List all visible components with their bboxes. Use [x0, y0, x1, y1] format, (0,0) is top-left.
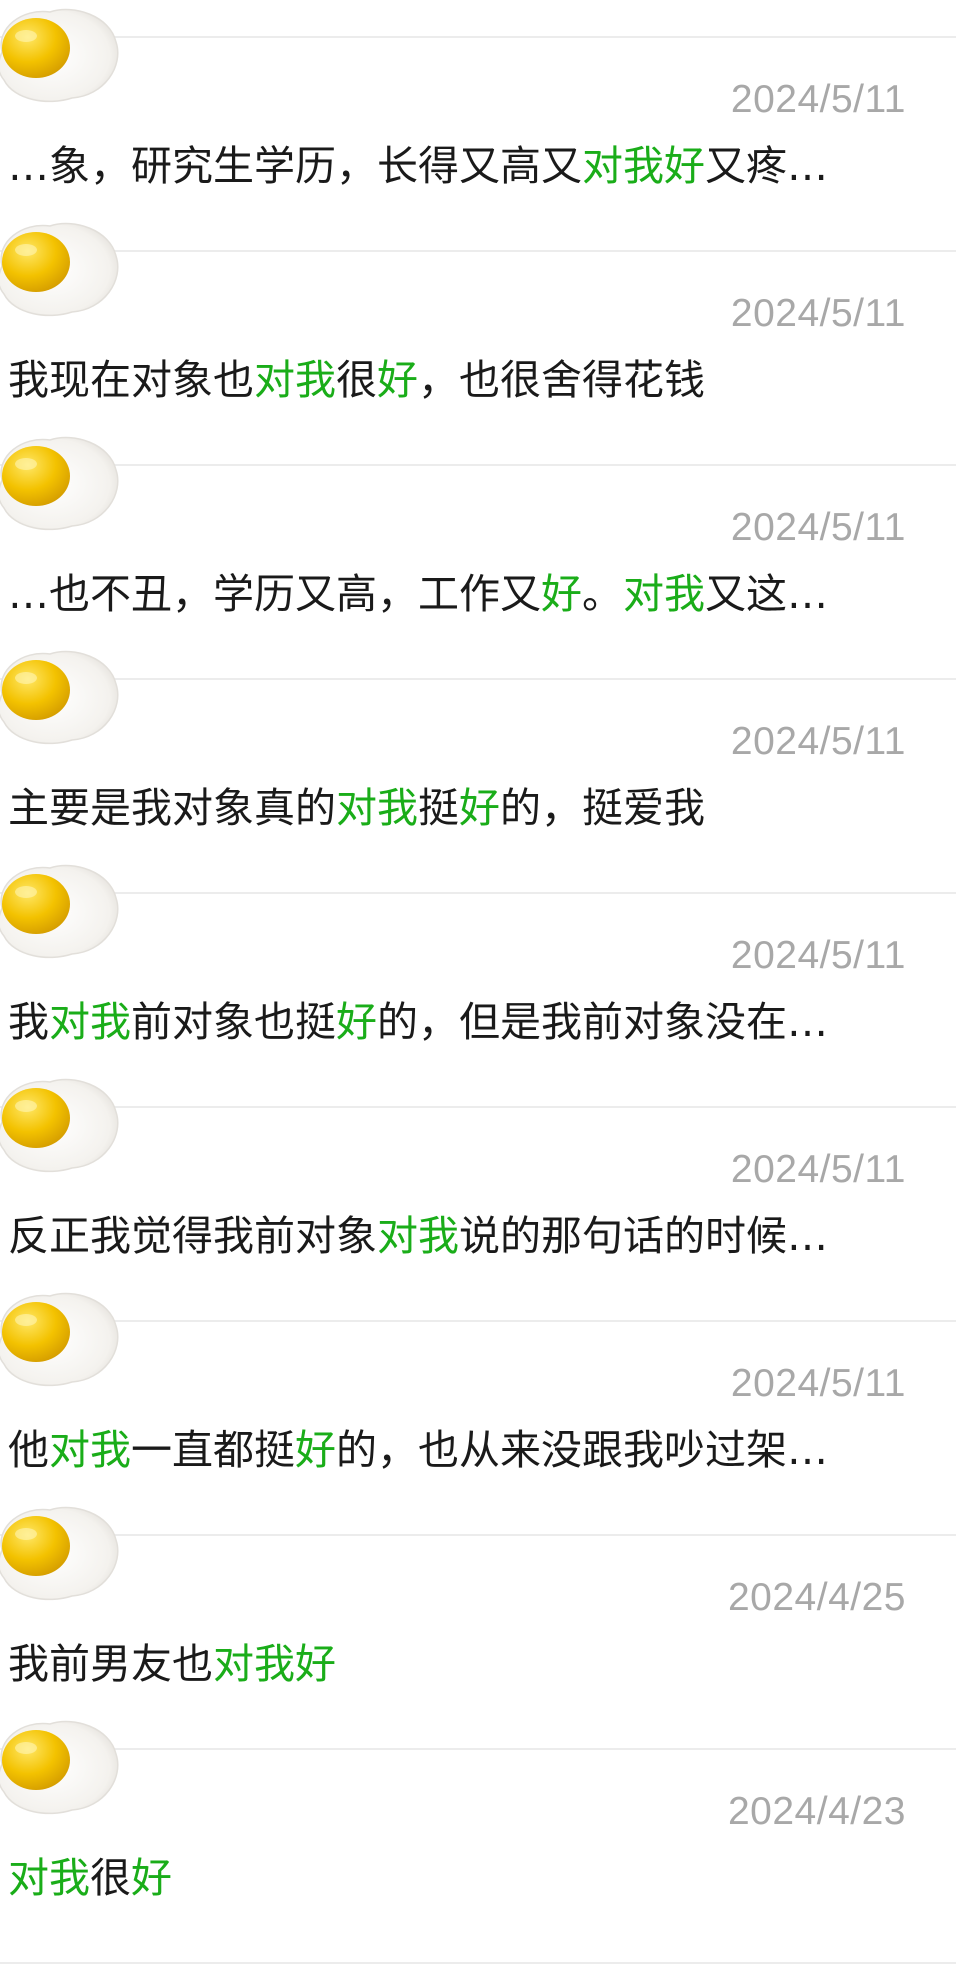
result-snippet: 我前男友也对我好: [8, 1632, 888, 1696]
snippet-text: 我前男友也: [8, 1640, 213, 1688]
snippet-text: 。: [582, 570, 623, 618]
result-snippet: 我对我前对象也挺好的，但是我前对象没在…: [8, 990, 888, 1054]
result-snippet: …象，研究生学历，长得又高又对我好又疼…: [8, 134, 888, 198]
highlighted-keyword: 好: [295, 1426, 336, 1474]
result-snippet: 主要是我对象真的对我挺好的，挺爱我: [8, 776, 888, 840]
snippet-text: 很: [336, 356, 377, 404]
fried-egg-icon: [0, 858, 122, 962]
snippet-text: …也不丑，学历又高，工作又: [8, 570, 541, 618]
snippet-text: 又这…: [705, 570, 828, 618]
snippet-text: 说的那句话的时候…: [459, 1212, 828, 1260]
snippet-text: ，也很舍得花钱: [418, 356, 705, 404]
search-result-item[interactable]: 2024/5/11 我现在对象也对我很好，也很舍得花钱: [0, 222, 956, 466]
result-date: 2024/5/11: [730, 506, 906, 549]
fried-egg-icon: [0, 216, 122, 320]
snippet-text: 他: [8, 1426, 49, 1474]
highlighted-keyword: 好: [131, 1854, 172, 1902]
result-snippet: …也不丑，学历又高，工作又好。对我又这…: [8, 562, 888, 626]
snippet-text: 我: [8, 998, 49, 1046]
fried-egg-icon: [0, 644, 122, 748]
fried-egg-icon: [0, 2, 122, 106]
result-date: 2024/5/11: [730, 1362, 906, 1405]
search-result-item[interactable]: 2024/5/11 …也不丑，学历又高，工作又好。对我又这…: [0, 436, 956, 680]
snippet-text: 主要是我对象真的: [8, 784, 336, 832]
fried-egg-icon: [0, 1286, 122, 1390]
snippet-text: 又疼…: [705, 142, 828, 190]
fried-egg-icon: [0, 430, 122, 534]
highlighted-keyword: 对我: [377, 1212, 459, 1260]
highlighted-keyword: 对我好: [213, 1640, 336, 1688]
highlighted-keyword: 对我好: [582, 142, 705, 190]
result-date: 2024/5/11: [730, 720, 906, 763]
result-date: 2024/5/11: [730, 1148, 906, 1191]
snippet-text: 反正我觉得我前对象: [8, 1212, 377, 1260]
result-snippet: 对我很好: [8, 1846, 888, 1910]
result-snippet: 我现在对象也对我很好，也很舍得花钱: [8, 348, 888, 412]
search-result-item[interactable]: 2024/5/11 …象，研究生学历，长得又高又对我好又疼…: [0, 8, 956, 252]
fried-egg-icon: [0, 1714, 122, 1818]
search-result-item[interactable]: 2024/5/11 反正我觉得我前对象对我说的那句话的时候…: [0, 1078, 956, 1322]
highlighted-keyword: 好: [459, 784, 500, 832]
result-snippet: 他对我一直都挺好的，也从来没跟我吵过架…: [8, 1418, 888, 1482]
fried-egg-icon: [0, 1500, 122, 1604]
search-result-item[interactable]: 2024/5/11 主要是我对象真的对我挺好的，挺爱我: [0, 650, 956, 894]
snippet-text: 一直都挺: [131, 1426, 295, 1474]
snippet-text: 挺: [418, 784, 459, 832]
fried-egg-icon: [0, 1072, 122, 1176]
result-date: 2024/4/23: [727, 1790, 906, 1833]
highlighted-keyword: 对我: [336, 784, 418, 832]
result-snippet: 反正我觉得我前对象对我说的那句话的时候…: [8, 1204, 888, 1268]
snippet-text: …象，研究生学历，长得又高又: [8, 142, 582, 190]
snippet-text: 很: [90, 1854, 131, 1902]
search-results-list: 2024/5/11 …象，研究生学历，长得又高又对我好又疼… 2024/5/11 我现…: [0, 0, 956, 1964]
highlighted-keyword: 对我: [49, 1426, 131, 1474]
search-result-item[interactable]: 2024/4/25 我前男友也对我好: [0, 1506, 956, 1750]
snippet-text: 我现在对象也: [8, 356, 254, 404]
search-result-item[interactable]: 2024/4/23 对我很好: [0, 1720, 956, 1964]
result-date: 2024/5/11: [730, 292, 906, 335]
highlighted-keyword: 好: [336, 998, 377, 1046]
result-date: 2024/5/11: [730, 78, 906, 121]
search-result-item[interactable]: 2024/5/11 我对我前对象也挺好的，但是我前对象没在…: [0, 864, 956, 1108]
highlighted-keyword: 对我: [8, 1854, 90, 1902]
result-date: 2024/5/11: [730, 934, 906, 977]
highlighted-keyword: 对我: [623, 570, 705, 618]
snippet-text: 前对象也挺: [131, 998, 336, 1046]
highlighted-keyword: 对我: [254, 356, 336, 404]
snippet-text: 的，也从来没跟我吵过架…: [336, 1426, 828, 1474]
highlighted-keyword: 对我: [49, 998, 131, 1046]
search-result-item[interactable]: 2024/5/11 他对我一直都挺好的，也从来没跟我吵过架…: [0, 1292, 956, 1536]
result-date: 2024/4/25: [727, 1576, 906, 1619]
snippet-text: 的，但是我前对象没在…: [377, 998, 828, 1046]
snippet-text: 的，挺爱我: [500, 784, 705, 832]
highlighted-keyword: 好: [377, 356, 418, 404]
highlighted-keyword: 好: [541, 570, 582, 618]
